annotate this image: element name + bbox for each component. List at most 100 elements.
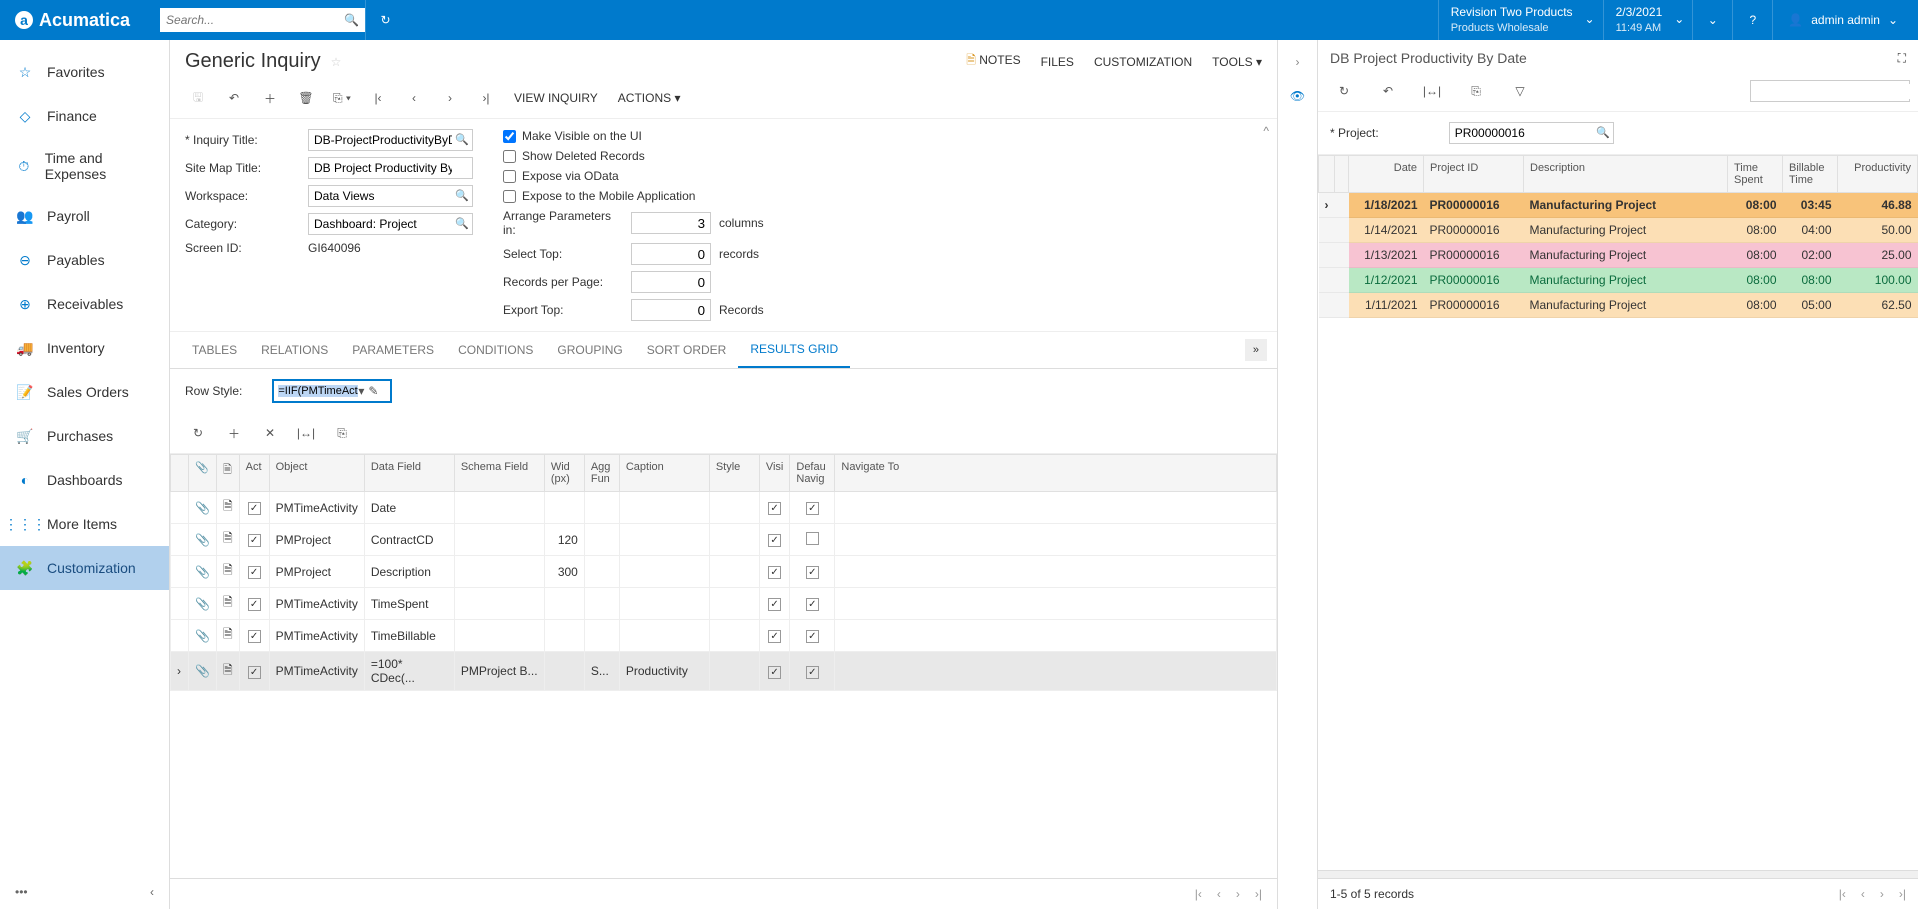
col-navigate[interactable]: Navigate To [835,455,1277,492]
rcol-spent[interactable]: Time Spent [1728,156,1783,193]
r-undo[interactable]: ↶ [1370,76,1406,106]
workspace-input[interactable] [308,185,473,207]
grid-row[interactable]: 📎🗎PMTimeActivityDate [171,492,1277,524]
data-row[interactable]: ›1/18/2021PR00000016Manufacturing Projec… [1319,193,1918,218]
col-attach[interactable]: 📎 [189,455,217,492]
tab-conditions[interactable]: CONDITIONS [446,333,545,367]
save-button[interactable]: 🖫 [180,83,216,113]
collapse-icon[interactable]: ‹ [150,885,154,899]
data-row[interactable]: 1/13/2021PR00000016Manufacturing Project… [1319,243,1918,268]
copy-button[interactable]: ⎘ ▾ [324,83,360,113]
brand-logo[interactable]: a Acumatica [0,10,160,31]
default-checkbox[interactable] [806,532,819,545]
sidebar-item-receivables[interactable]: ⊕Receivables [0,282,169,326]
add-button[interactable]: ＋ [252,83,288,113]
act-checkbox[interactable] [248,534,261,547]
act-checkbox[interactable] [248,630,261,643]
attach-icon[interactable]: 📎 [189,524,217,556]
visi-checkbox[interactable] [768,630,781,643]
col-style[interactable]: Style [709,455,759,492]
chk-visible-ui[interactable] [503,130,516,143]
category-input[interactable] [308,213,473,235]
tab-parameters[interactable]: PARAMETERS [340,333,446,367]
col-default[interactable]: Defau Navig [790,455,835,492]
data-row[interactable]: 1/14/2021PR00000016Manufacturing Project… [1319,218,1918,243]
lookup-icon[interactable]: 🔍 [455,217,469,230]
undo-button[interactable]: ↶ [216,83,252,113]
tab-grouping[interactable]: GROUPING [545,333,634,367]
r-export[interactable]: ⎘ [1458,76,1494,106]
grid-row[interactable]: ›📎🗎PMTimeActivity=100* CDec(...PMProject… [171,652,1277,691]
selecttop-input[interactable] [631,243,711,265]
col-width[interactable]: Wid (px) [544,455,584,492]
next-button[interactable]: › [432,83,468,113]
sidebar-item-time-and-expenses[interactable]: ⏱Time and Expenses [0,138,169,194]
grid-row[interactable]: 📎🗎PMTimeActivityTimeBillable [171,620,1277,652]
attach-icon[interactable]: 📎 [189,492,217,524]
sidebar-item-inventory[interactable]: 🚚Inventory [0,326,169,370]
default-checkbox[interactable] [806,598,819,611]
rpager-last[interactable]: ›| [1899,887,1906,901]
note-icon[interactable]: 🗎 [216,524,239,556]
global-search[interactable]: 🔍 [160,8,365,32]
last-button[interactable]: ›| [468,83,504,113]
visi-checkbox[interactable] [768,598,781,611]
rpp-input[interactable] [631,271,711,293]
lookup-icon[interactable]: 🔍 [1596,126,1610,139]
col-note[interactable]: 🗎 [216,455,239,492]
more-icon[interactable]: ••• [15,885,28,899]
col-caption[interactable]: Caption [619,455,709,492]
files-action[interactable]: FILES [1041,55,1074,69]
collapse-form-icon[interactable]: ^ [1263,124,1269,138]
delete-button[interactable]: 🗑 [288,83,324,113]
note-icon[interactable]: 🗎 [216,588,239,620]
grid-row[interactable]: 📎🗎PMTimeActivityTimeSpent [171,588,1277,620]
tab-sort-order[interactable]: SORT ORDER [635,333,739,367]
tab-overflow[interactable]: » [1245,339,1267,361]
tab-tables[interactable]: TABLES [180,333,249,367]
company-selector[interactable]: Revision Two Products Products Wholesale… [1438,0,1603,40]
customization-action[interactable]: CUSTOMIZATION [1094,55,1192,69]
pager-first[interactable]: |‹ [1195,887,1202,901]
chk-deleted[interactable] [503,150,516,163]
sidebar-item-finance[interactable]: ◇Finance [0,94,169,138]
sidebar-item-sales-orders[interactable]: 📝Sales Orders [0,370,169,414]
rcol-prod[interactable]: Productivity [1838,156,1918,193]
tools-action[interactable]: TOOLS ▾ [1212,55,1262,69]
col-agg[interactable]: Agg Fun [584,455,619,492]
inquiry-title-input[interactable] [308,129,473,151]
col-schema[interactable]: Schema Field [454,455,544,492]
visi-checkbox[interactable] [768,534,781,547]
default-checkbox[interactable] [806,502,819,515]
data-row[interactable]: 1/12/2021PR00000016Manufacturing Project… [1319,268,1918,293]
note-icon[interactable]: 🗎 [216,652,239,691]
prev-button[interactable]: ‹ [396,83,432,113]
export-input[interactable] [631,299,711,321]
splitter-expand-icon[interactable]: › [1296,55,1300,69]
search-icon[interactable]: 🔍 [344,13,359,27]
dropdown-icon[interactable]: ▾ [358,384,364,398]
rcol-exp[interactable] [1335,156,1349,193]
default-checkbox[interactable] [806,630,819,643]
default-checkbox[interactable] [806,566,819,579]
col-expand[interactable] [171,455,189,492]
r-filter[interactable]: ▽ [1502,76,1538,106]
right-search-input[interactable] [1756,84,1918,99]
visi-checkbox[interactable] [768,566,781,579]
col-datafield[interactable]: Data Field [364,455,454,492]
sidebar-item-more-items[interactable]: ⋮⋮⋮More Items [0,502,169,546]
tab-results-grid[interactable]: RESULTS GRID [738,332,850,368]
grid-row[interactable]: 📎🗎PMProjectDescription300 [171,556,1277,588]
arrange-input[interactable] [631,212,711,234]
sidebar-item-purchases[interactable]: 🛒Purchases [0,414,169,458]
attach-icon[interactable]: 📎 [189,588,217,620]
notes-action[interactable]: 🗎 NOTES [966,51,1020,72]
right-search[interactable]: 🔍 [1750,80,1910,102]
view-inquiry-button[interactable]: VIEW INQUIRY [504,91,608,105]
attach-icon[interactable]: 📎 [189,556,217,588]
help-button[interactable]: ? [1732,0,1772,40]
search-input[interactable] [166,13,344,27]
maximize-icon[interactable]: ⛶ [1898,51,1906,66]
user-menu[interactable]: 👤 admin admin ⌄ [1772,0,1918,40]
act-checkbox[interactable] [248,566,261,579]
